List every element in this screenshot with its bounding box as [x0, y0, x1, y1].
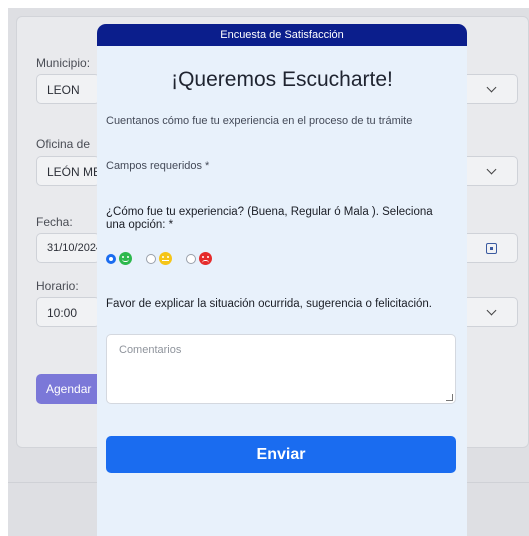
municipio-label: Municipio:: [36, 56, 91, 70]
option-buena[interactable]: [106, 252, 132, 265]
radio-mala[interactable]: [186, 253, 196, 264]
neutral-face-icon: [159, 252, 172, 265]
resize-handle[interactable]: [446, 394, 453, 401]
survey-modal: Encuesta de Satisfacción ¡Queremos Escuc…: [97, 24, 467, 536]
sad-face-icon: [199, 252, 212, 265]
fecha-input[interactable]: 31/10/2024: [36, 233, 100, 263]
option-mala[interactable]: [186, 252, 212, 265]
modal-title: ¡Queremos Escucharte!: [171, 68, 393, 91]
smile-face-icon: [119, 252, 132, 265]
option-regular[interactable]: [146, 252, 172, 265]
intro-text: Cuentanos cómo fue tu experiencia en el …: [106, 115, 413, 127]
agendar-button[interactable]: Agendar: [36, 374, 106, 404]
oficina-dropdown[interactable]: [466, 156, 518, 186]
radio-buena[interactable]: [106, 253, 116, 264]
chevron-down-icon: [486, 305, 497, 316]
horario-dropdown[interactable]: [466, 297, 518, 327]
oficina-select[interactable]: LEÓN ME: [36, 156, 100, 186]
modal-header: Encuesta de Satisfacción: [97, 24, 467, 46]
chevron-down-icon: [486, 164, 497, 175]
submit-button[interactable]: Enviar: [106, 436, 456, 473]
calendar-icon: [486, 242, 497, 254]
horario-select[interactable]: 10:00: [36, 297, 100, 327]
chevron-down-icon: [486, 82, 497, 93]
radio-regular[interactable]: [146, 253, 156, 264]
horario-label: Horario:: [36, 279, 79, 293]
experience-question: ¿Cómo fue tu experiencia? (Buena, Regula…: [106, 206, 433, 231]
fecha-label: Fecha:: [36, 215, 73, 229]
comments-textarea[interactable]: [106, 334, 456, 404]
experience-options: [106, 252, 226, 265]
fecha-calendar-button[interactable]: [466, 233, 518, 263]
municipio-select[interactable]: LEON: [36, 74, 100, 104]
municipio-dropdown[interactable]: [466, 74, 518, 104]
required-note: Campos requeridos *: [106, 160, 210, 172]
oficina-label: Oficina de: [36, 137, 91, 151]
explain-prompt: Favor de explicar la situación ocurrida,…: [106, 298, 432, 310]
